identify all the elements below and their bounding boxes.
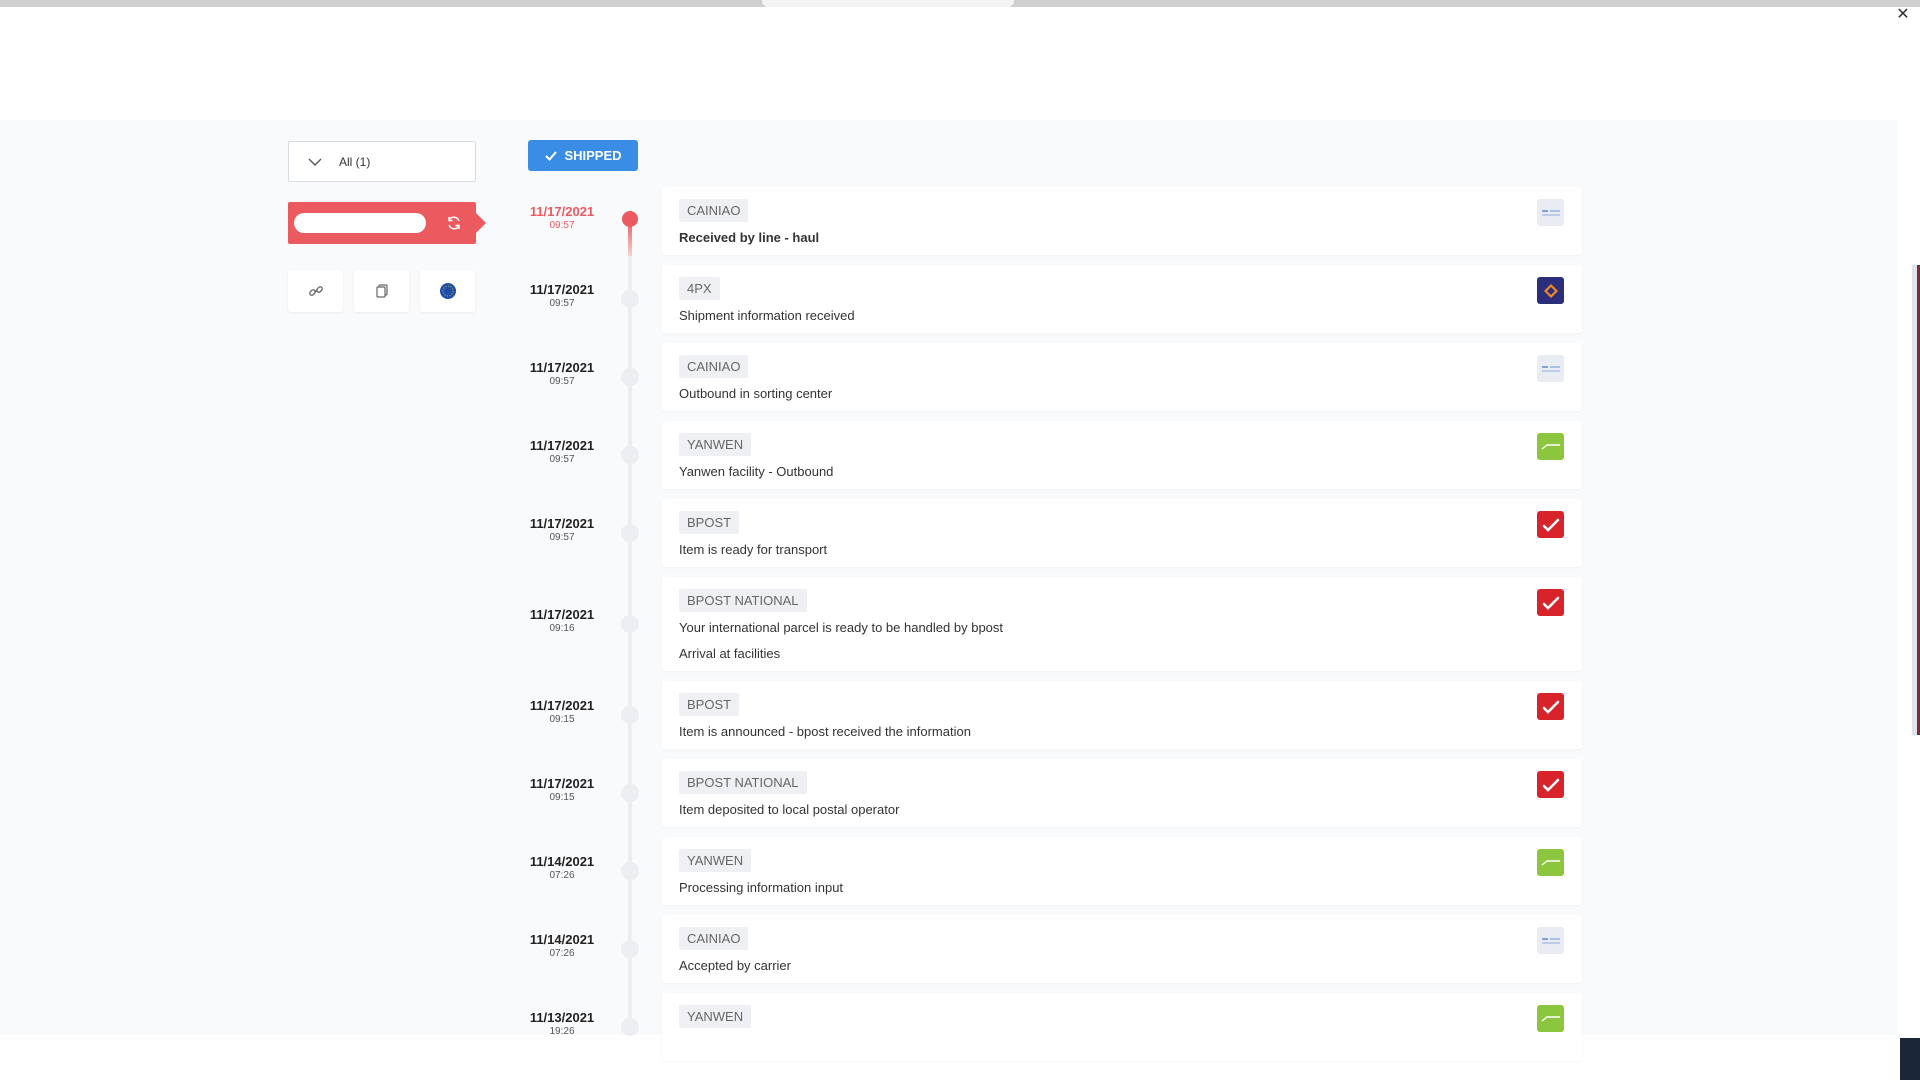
event-time: 19:26	[549, 1026, 575, 1037]
event-time: 09:57	[549, 220, 575, 231]
event-description: Received by line - haul	[679, 230, 820, 245]
event-date: 11/17/2021	[529, 204, 595, 219]
event-description: Item is announced - bpost received the i…	[679, 724, 971, 739]
filter-dropdown[interactable]: All (1)	[288, 141, 476, 182]
event-card: YANWEN Processing information input	[662, 837, 1582, 905]
timeline-dot	[621, 290, 639, 308]
event-time: 07:26	[549, 948, 575, 959]
yanwen-logo-icon	[1537, 1005, 1564, 1032]
carrier-tag: BPOST	[679, 511, 740, 534]
event-time: 09:16	[549, 623, 575, 634]
timeline-dot	[621, 706, 639, 724]
event-date: 11/14/2021	[529, 932, 595, 947]
event-description: Arrival at facilities	[679, 646, 781, 661]
event-card: YANWEN Yanwen facility - Outbound	[662, 421, 1582, 489]
carrier-tag: YANWEN	[679, 433, 752, 456]
refresh-icon[interactable]	[445, 214, 463, 232]
event-card: CAINIAO Accepted by carrier	[662, 915, 1582, 983]
yanwen-logo-icon	[1537, 849, 1564, 876]
carrier-tag: CAINIAO	[679, 199, 749, 222]
timeline-dot	[621, 524, 639, 542]
copy-button[interactable]	[354, 270, 409, 312]
status-badge: SHIPPED	[528, 140, 638, 171]
bpost-logo-icon	[1537, 693, 1564, 720]
cainiao-logo-icon	[1537, 927, 1564, 954]
event-date: 11/17/2021	[529, 776, 595, 791]
event-description: Yanwen facility - Outbound	[679, 464, 834, 479]
timeline-dot	[621, 615, 639, 633]
carrier-tag: BPOST NATIONAL	[679, 771, 807, 794]
close-icon[interactable]: ✕	[1894, 6, 1912, 24]
carrier-tag: YANWEN	[679, 849, 752, 872]
carrier-tag: 4PX	[679, 277, 720, 300]
timeline-dot	[621, 446, 639, 464]
event-card: YANWEN	[662, 993, 1582, 1061]
tracking-number-item[interactable]	[288, 202, 486, 244]
bpost-logo-icon	[1537, 511, 1564, 538]
filter-label: All (1)	[339, 154, 371, 169]
event-time: 09:15	[549, 792, 575, 803]
copy-icon	[375, 284, 388, 298]
event-description: Item deposited to local postal operator	[679, 802, 900, 817]
event-description: Shipment information received	[679, 308, 855, 323]
event-time: 09:57	[549, 376, 575, 387]
copy-link-button[interactable]	[288, 270, 343, 312]
event-time: 09:57	[549, 532, 575, 543]
yanwen-logo-icon	[1537, 433, 1564, 460]
browser-tab-indicator[interactable]	[762, 0, 1014, 7]
action-toolbar	[288, 270, 475, 312]
carrier-tag: BPOST	[679, 693, 740, 716]
region-button[interactable]	[420, 270, 475, 312]
event-date: 11/17/2021	[529, 516, 595, 531]
timeline-dot	[621, 368, 639, 386]
carrier-tag: BPOST NATIONAL	[679, 589, 807, 612]
bpost-logo-icon	[1537, 589, 1564, 616]
page-header	[0, 7, 1898, 120]
event-card: BPOST Item is ready for transport	[662, 499, 1582, 567]
fourpx-logo-icon	[1537, 277, 1564, 304]
link-icon	[308, 286, 323, 296]
event-description: Accepted by carrier	[679, 958, 791, 973]
event-card: BPOST NATIONAL Item deposited to local po…	[662, 759, 1582, 827]
check-icon	[545, 150, 558, 161]
event-description: Item is ready for transport	[679, 542, 828, 557]
globe-icon	[439, 283, 456, 299]
corner-widget[interactable]	[1900, 1038, 1920, 1080]
timeline-dot	[621, 862, 639, 880]
timeline-dot	[621, 784, 639, 802]
cainiao-logo-icon	[1537, 355, 1564, 382]
event-description: Your international parcel is ready to be…	[679, 620, 1004, 635]
event-card: CAINIAO Outbound in sorting center	[662, 343, 1582, 411]
event-card: 4PX Shipment information received	[662, 265, 1582, 333]
timeline-dot	[621, 1018, 639, 1036]
event-description: Outbound in sorting center	[679, 386, 833, 401]
event-description: Processing information input	[679, 880, 844, 895]
timeline-dot	[621, 940, 639, 958]
carrier-tag: YANWEN	[679, 1005, 752, 1028]
bpost-logo-icon	[1537, 771, 1564, 798]
redacted-tracking-number	[294, 213, 426, 233]
event-time: 09:15	[549, 714, 575, 725]
event-date: 11/14/2021	[529, 854, 595, 869]
event-date: 11/17/2021	[529, 282, 595, 297]
cainiao-logo-icon	[1537, 199, 1564, 226]
event-card: CAINIAO Received by line - haul	[662, 187, 1582, 255]
carrier-tag: CAINIAO	[679, 927, 749, 950]
status-label: SHIPPED	[564, 148, 622, 163]
event-date: 11/17/2021	[529, 360, 595, 375]
timeline-dot	[622, 211, 638, 227]
event-time: 07:26	[549, 870, 575, 881]
event-card: BPOST NATIONAL Your international parcel …	[662, 577, 1582, 671]
event-card: BPOST Item is announced - bpost received …	[662, 681, 1582, 749]
event-date: 11/17/2021	[529, 698, 595, 713]
event-time: 09:57	[549, 298, 575, 309]
event-time: 09:57	[549, 454, 575, 465]
chevron-down-icon	[308, 158, 322, 166]
event-date: 11/17/2021	[529, 607, 595, 622]
event-date: 11/13/2021	[529, 1010, 595, 1025]
event-date: 11/17/2021	[529, 438, 595, 453]
carrier-tag: CAINIAO	[679, 355, 749, 378]
